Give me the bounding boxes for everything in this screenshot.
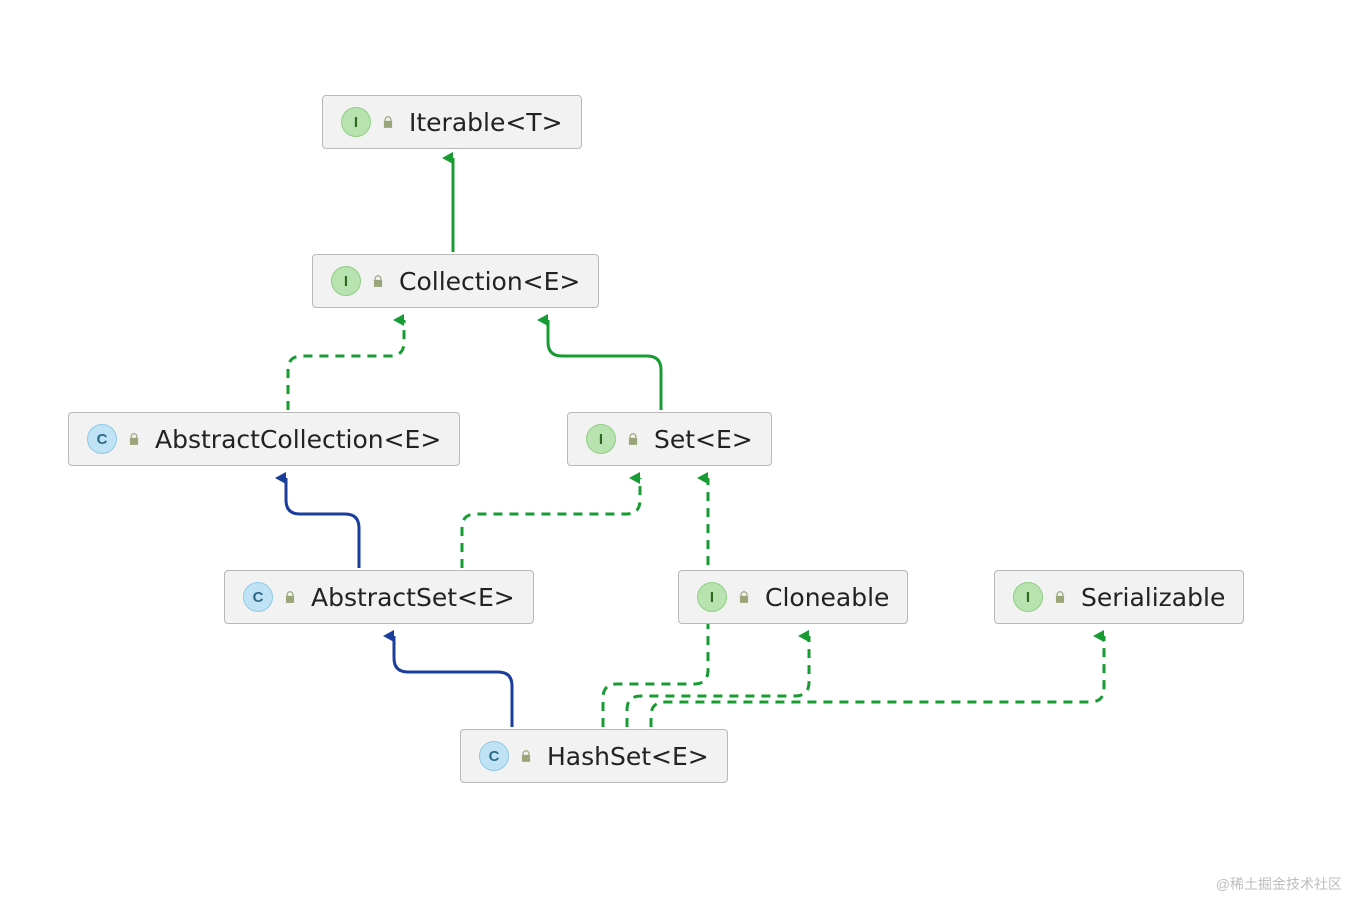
lock-icon [519,749,533,763]
interface-icon: I [697,582,727,612]
interface-icon: I [341,107,371,137]
edge-set-collection [548,320,661,410]
node-label: AbstractCollection<E> [155,425,441,454]
lock-icon [283,590,297,604]
node-hashset[interactable]: C HashSet<E> [460,729,728,783]
edge-abstractset-set [462,478,640,568]
node-abstractset[interactable]: C AbstractSet<E> [224,570,534,624]
node-label: Collection<E> [399,267,580,296]
lock-icon [626,432,640,446]
edge-hashset-abstractset [394,636,512,727]
node-cloneable[interactable]: I Cloneable [678,570,908,624]
node-label: AbstractSet<E> [311,583,515,612]
node-label: Iterable<T> [409,108,563,137]
node-set[interactable]: I Set<E> [567,412,772,466]
lock-icon [1053,590,1067,604]
node-label: HashSet<E> [547,742,709,771]
class-icon: C [479,741,509,771]
node-serializable[interactable]: I Serializable [994,570,1244,624]
edge-hashset-cloneable [627,636,809,727]
edge-hashset-serializable [651,636,1104,727]
node-iterable[interactable]: I Iterable<T> [322,95,582,149]
class-icon: C [243,582,273,612]
edge-abstractset-abstractcollection [286,478,359,568]
node-collection[interactable]: I Collection<E> [312,254,599,308]
lock-icon [737,590,751,604]
node-label: Cloneable [765,583,889,612]
diagram-canvas: I Iterable<T> I Collection<E> C Abstract… [0,0,1354,902]
node-abstractcollection[interactable]: C AbstractCollection<E> [68,412,460,466]
lock-icon [127,432,141,446]
class-icon: C [87,424,117,454]
node-label: Set<E> [654,425,753,454]
lock-icon [381,115,395,129]
watermark: @稀土掘金技术社区 [1216,874,1342,894]
interface-icon: I [586,424,616,454]
lock-icon [371,274,385,288]
node-label: Serializable [1081,583,1225,612]
edge-abstractcollection-collection [288,320,404,410]
interface-icon: I [331,266,361,296]
interface-icon: I [1013,582,1043,612]
